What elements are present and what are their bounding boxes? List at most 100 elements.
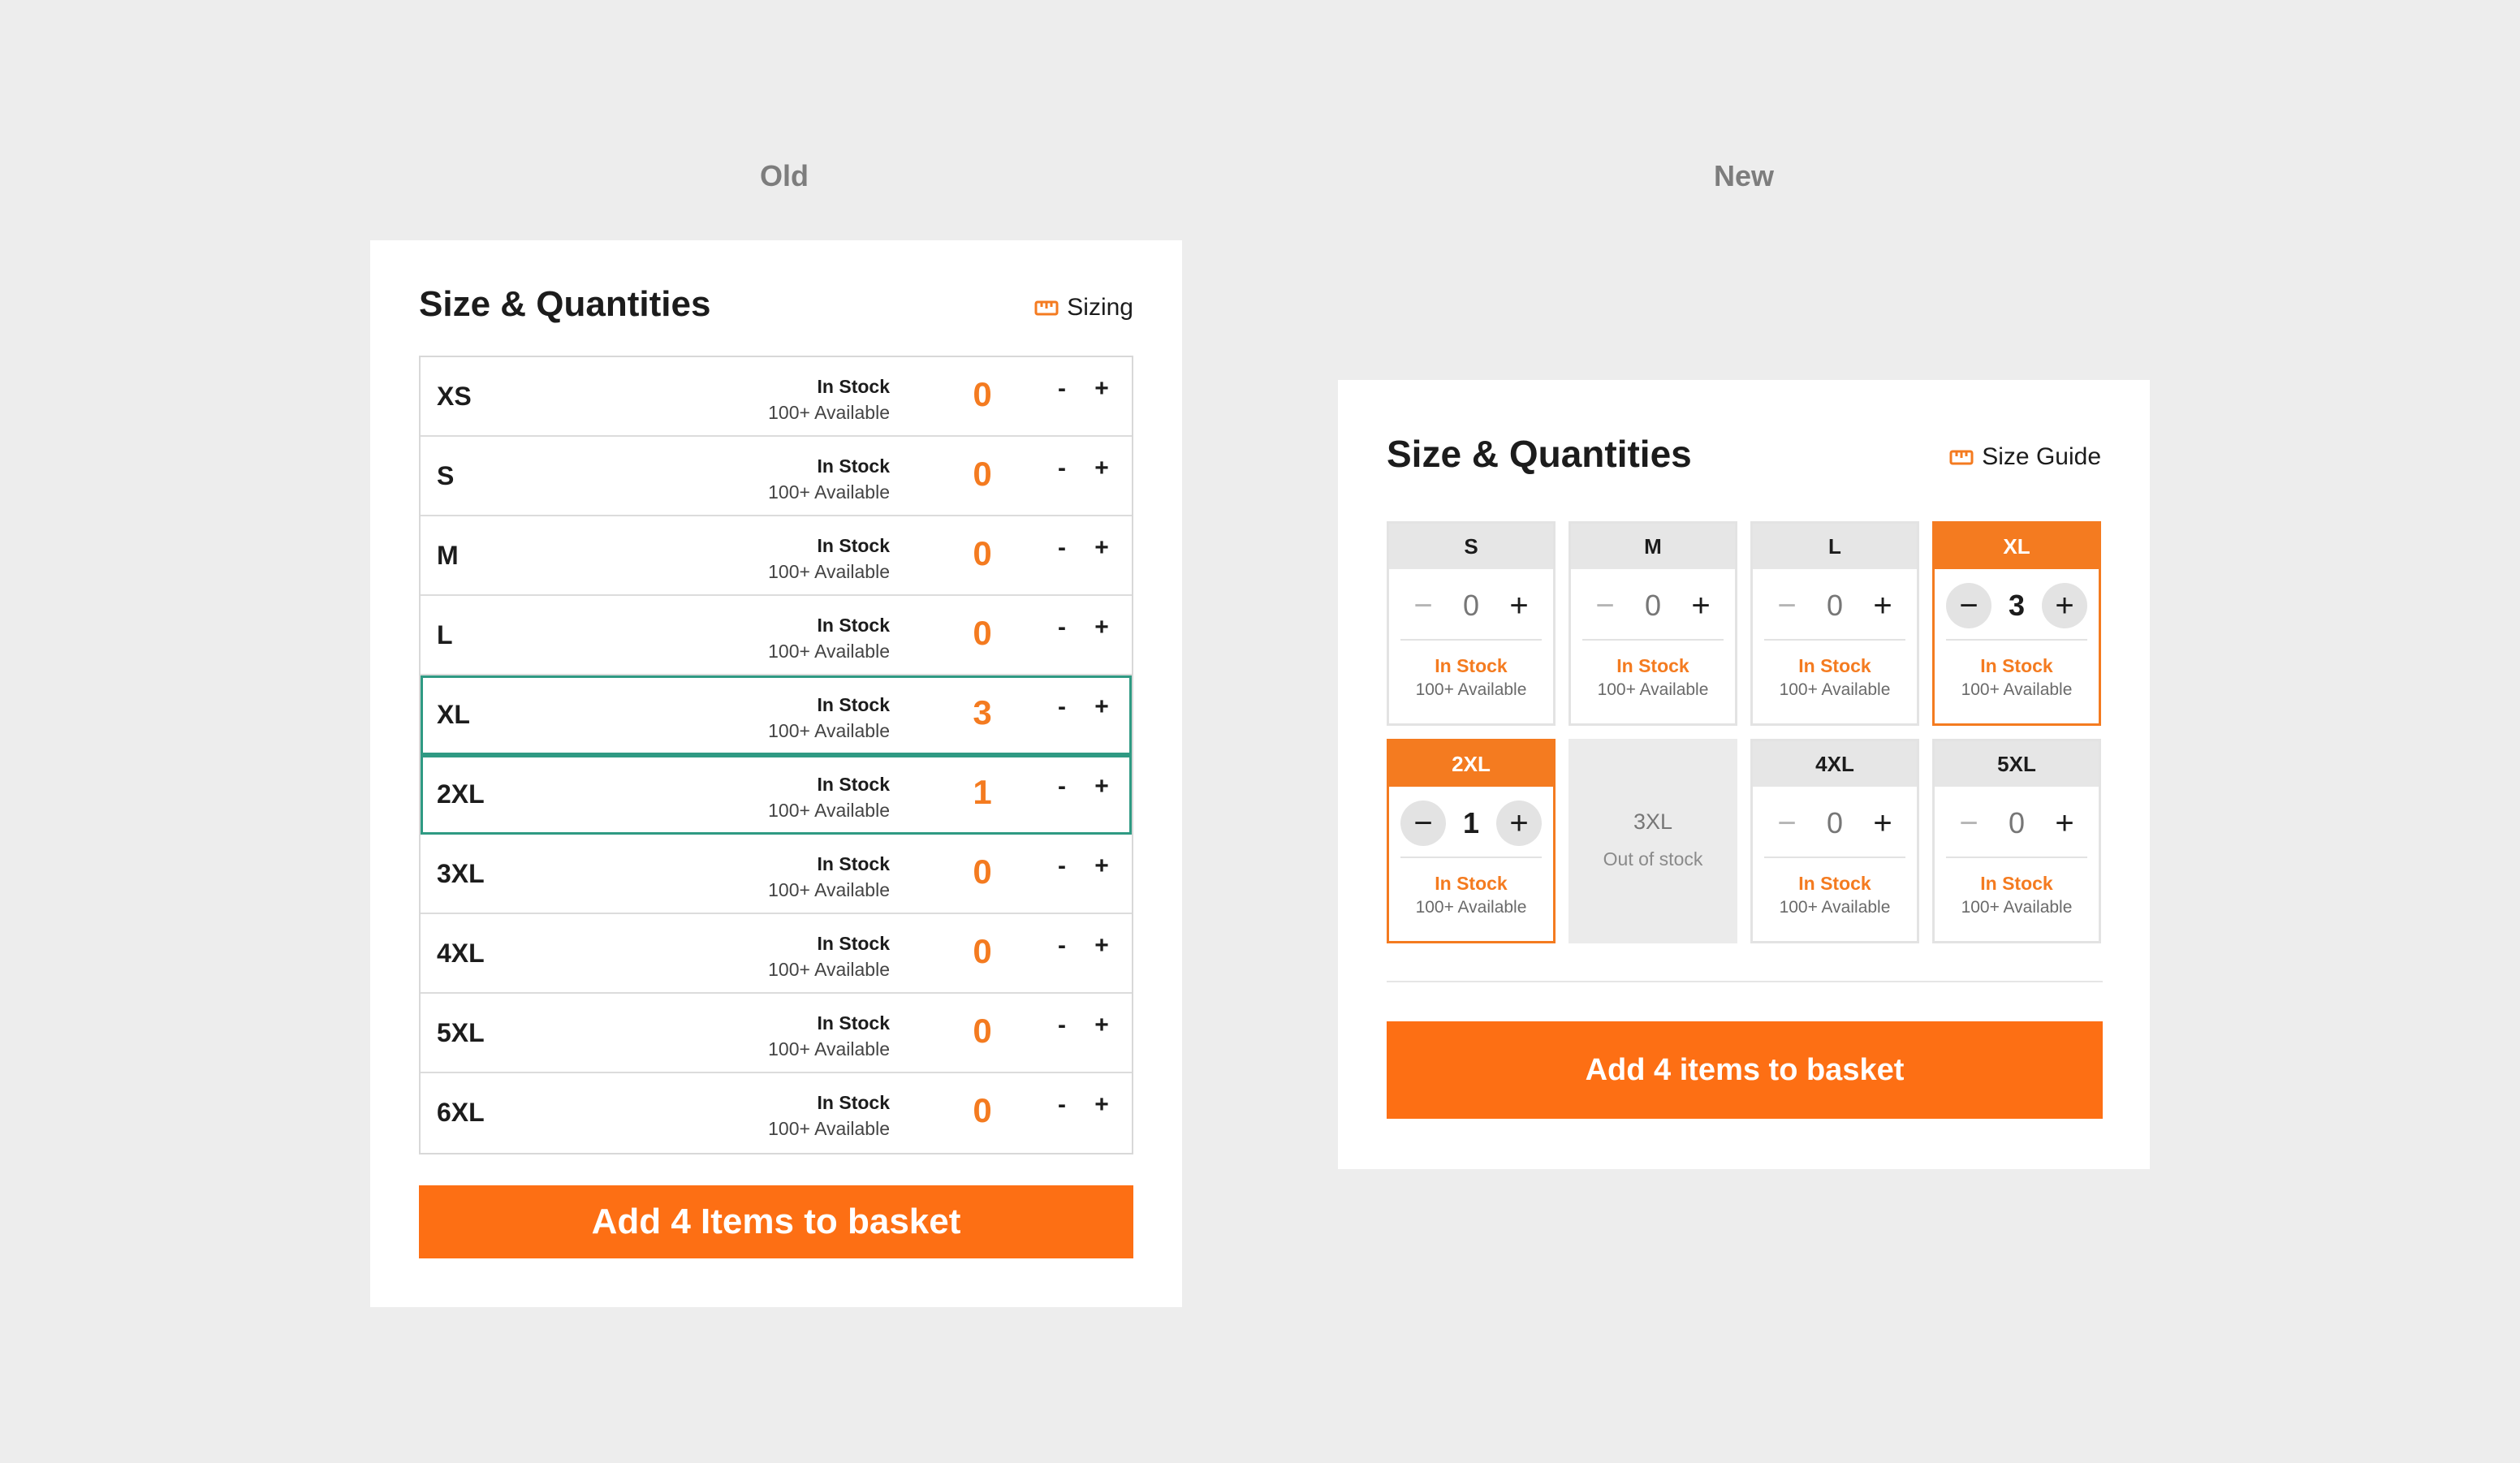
increase-button[interactable]: + <box>1090 375 1114 403</box>
plus-icon[interactable]: + <box>2042 583 2087 628</box>
plus-icon[interactable]: + <box>1496 801 1542 846</box>
quantity-value: 3 <box>973 693 992 732</box>
increase-button[interactable]: + <box>1090 455 1114 482</box>
minus-icon[interactable]: − <box>1400 801 1446 846</box>
old-sizing-link[interactable]: Sizing <box>1034 294 1133 322</box>
size-tile[interactable]: 2XL −1 + In Stock 100+ Available <box>1387 739 1556 943</box>
minus-icon[interactable]: − <box>1582 583 1628 628</box>
stock-status: Out of stock <box>1603 848 1703 870</box>
size-label: XL <box>437 700 470 729</box>
increase-button[interactable]: + <box>1090 1091 1114 1119</box>
decrease-button[interactable]: - <box>1050 375 1074 403</box>
stock-status: In Stock <box>1980 655 2053 676</box>
quantity-value: 0 <box>973 455 992 493</box>
decrease-button[interactable]: - <box>1050 932 1074 960</box>
size-label: S <box>1389 524 1553 569</box>
increase-button[interactable]: + <box>1090 932 1114 960</box>
stock-status: In Stock <box>1435 873 1508 894</box>
decrease-button[interactable]: - <box>1050 455 1074 482</box>
table-row: 6XL In Stock 100+ Available 0 - + <box>421 1073 1132 1153</box>
plus-icon[interactable]: + <box>1678 583 1724 628</box>
size-label: XS <box>437 382 472 411</box>
size-tile[interactable]: 4XL −0 + In Stock 100+ Available <box>1750 739 1919 943</box>
decrease-button[interactable]: - <box>1050 614 1074 641</box>
availability-text: 100+ Available <box>1597 680 1709 699</box>
quantity-value: 0 <box>973 534 992 572</box>
decrease-button[interactable]: - <box>1050 534 1074 562</box>
decrease-button[interactable]: - <box>1050 693 1074 721</box>
plus-icon[interactable]: + <box>1496 583 1542 628</box>
decrease-button[interactable]: - <box>1050 1091 1074 1119</box>
quantity-value: 0 <box>1826 806 1844 839</box>
increase-button[interactable]: + <box>1090 614 1114 641</box>
size-label: 4XL <box>437 939 485 968</box>
increase-button[interactable]: + <box>1090 693 1114 721</box>
stock-status: In Stock <box>1798 655 1871 676</box>
quantity-value: 0 <box>973 1091 992 1129</box>
stock-info: In Stock 100+ Available <box>768 533 890 585</box>
size-tile[interactable]: L −0 + In Stock 100+ Available <box>1750 521 1919 726</box>
plus-icon[interactable]: + <box>1860 801 1905 846</box>
size-tile[interactable]: M −0 + In Stock 100+ Available <box>1569 521 1737 726</box>
size-label: S <box>437 461 455 490</box>
table-row: XS In Stock 100+ Available 0 - + <box>421 357 1132 437</box>
quantity-value: 0 <box>2008 806 2026 839</box>
table-row: 4XL In Stock 100+ Available 0 - + <box>421 914 1132 994</box>
stock-info: In Stock 100+ Available <box>768 851 890 903</box>
quantity-stepper: −0 + <box>1582 572 1724 641</box>
size-label: 5XL <box>1935 741 2099 787</box>
size-tile[interactable]: 5XL −0 + In Stock 100+ Available <box>1932 739 2101 943</box>
availability-text: 100+ Available <box>768 1038 890 1059</box>
increase-button[interactable]: + <box>1090 534 1114 562</box>
ruler-icon <box>1034 299 1059 317</box>
size-tile[interactable]: XL −3 + In Stock 100+ Available <box>1932 521 2101 726</box>
stock-status: In Stock <box>817 1012 890 1034</box>
quantity-value: 1 <box>1462 806 1480 839</box>
stock-info: In Stock 100+ Available <box>1935 654 2099 702</box>
decrease-button[interactable]: - <box>1050 852 1074 880</box>
stock-status: In Stock <box>817 455 890 477</box>
plus-icon[interactable]: + <box>2042 801 2087 846</box>
size-tile[interactable]: S −0 + In Stock 100+ Available <box>1387 521 1556 726</box>
new-size-guide-link[interactable]: Size Guide <box>1949 443 2101 471</box>
new-size-grid: S −0 + In Stock 100+ Available M −0 + In Stock 10… <box>1387 521 2103 943</box>
new-add-to-basket-button[interactable]: Add 4 items to basket <box>1387 1021 2103 1119</box>
table-row: S In Stock 100+ Available 0 - + <box>421 437 1132 516</box>
availability-text: 100+ Available <box>1961 898 2073 917</box>
plus-icon[interactable]: + <box>1860 583 1905 628</box>
old-sizing-label: Sizing <box>1067 294 1133 321</box>
size-label: 2XL <box>1389 741 1553 787</box>
minus-icon[interactable]: − <box>1764 583 1810 628</box>
availability-text: 100+ Available <box>768 959 890 980</box>
new-size-quantity-card: Size & Quantities Size Guide S −0 + In Stoc… <box>1338 380 2150 1169</box>
minus-icon[interactable]: − <box>1400 583 1446 628</box>
stock-info: In Stock 100+ Available <box>768 771 890 823</box>
increase-button[interactable]: + <box>1090 852 1114 880</box>
stock-info: In Stock 100+ Available <box>768 1090 890 1141</box>
stock-info: In Stock 100+ Available <box>1753 654 1917 702</box>
quantity-stepper: −1 + <box>1400 790 1542 858</box>
minus-icon[interactable]: − <box>1764 801 1810 846</box>
table-row: 3XL In Stock 100+ Available 0 - + <box>421 835 1132 914</box>
decrease-button[interactable]: - <box>1050 773 1074 801</box>
size-label: L <box>437 620 453 650</box>
stock-status: In Stock <box>817 933 890 954</box>
old-add-to-basket-button[interactable]: Add 4 Items to basket <box>419 1185 1133 1258</box>
stock-info: In Stock 100+ Available <box>768 373 890 425</box>
size-tile-out-of-stock: 3XL Out of stock <box>1569 739 1737 943</box>
size-label: M <box>437 541 459 570</box>
stock-info: In Stock 100+ Available <box>768 930 890 982</box>
increase-button[interactable]: + <box>1090 1012 1114 1039</box>
table-row: M In Stock 100+ Available 0 - + <box>421 516 1132 596</box>
old-size-table: XS In Stock 100+ Available 0- + S In Stock 100+… <box>419 356 1133 1154</box>
minus-icon[interactable]: − <box>1946 801 1991 846</box>
stock-info: In Stock 100+ Available <box>768 1010 890 1062</box>
table-row: 5XL In Stock 100+ Available 0 - + <box>421 994 1132 1073</box>
size-label: 3XL <box>1633 809 1673 834</box>
increase-button[interactable]: + <box>1090 773 1114 801</box>
new-column-label: New <box>1713 159 1775 192</box>
decrease-button[interactable]: - <box>1050 1012 1074 1039</box>
minus-icon[interactable]: − <box>1946 583 1991 628</box>
availability-text: 100+ Available <box>1415 680 1527 699</box>
old-card-title: Size & Quantities <box>419 284 711 324</box>
